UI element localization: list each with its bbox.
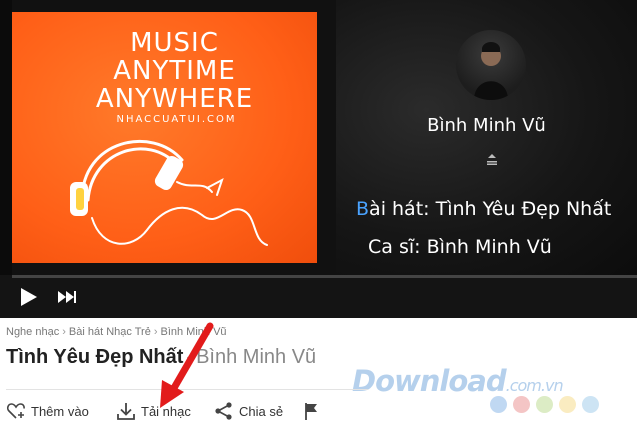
song-title: Tình Yêu Đẹp Nhất (6, 346, 184, 368)
singer-silhouette-icon (474, 42, 508, 100)
album-artwork: MUSIC ANYTIME ANYWHERE NHACCUATUI.COM (12, 12, 317, 263)
watermark-dot (490, 396, 507, 413)
add-label: Thêm vào (31, 403, 89, 419)
next-button[interactable] (56, 287, 78, 307)
watermark-name: Download (352, 364, 507, 398)
lyrics-singer-line: Ca sĩ: Bình Minh Vũ (368, 236, 552, 258)
watermark-tld: .com.vn (505, 376, 564, 395)
singer-avatar (456, 30, 526, 100)
singer-name-display: Bình Minh Vũ (427, 115, 546, 136)
download-icon (117, 403, 135, 420)
lyrics-song-text: ài hát: Tình Yêu Đẹp Nhất (369, 198, 612, 220)
watermark-dot (536, 396, 553, 413)
watermark-dot (559, 396, 576, 413)
watermark-dots (490, 396, 599, 413)
watermark-dot (582, 396, 599, 413)
breadcrumb-separator: › (62, 326, 66, 338)
headphones-illustration (70, 139, 268, 246)
breadcrumb-item-artist[interactable]: Bình Minh Vũ (161, 326, 227, 338)
watermark-dot (513, 396, 530, 413)
add-to-playlist-button[interactable]: Thêm vào (6, 400, 89, 422)
download-button[interactable]: Tải nhạc (116, 400, 191, 422)
share-icon (215, 402, 232, 420)
lyrics-highlight-char: B (356, 198, 370, 220)
heart-plus-icon (6, 403, 25, 419)
download-watermark: Download.com.vn (352, 364, 564, 398)
breadcrumb-separator: › (153, 326, 158, 338)
play-button[interactable] (18, 287, 40, 307)
artwork-text-anytime: ANYTIME (113, 56, 236, 86)
breadcrumb-item-category[interactable]: Bài hát Nhạc Trẻ (69, 326, 151, 338)
song-heading: Tình Yêu Đẹp Nhất - Bình Minh Vũ (6, 346, 316, 369)
artist-link[interactable]: Bình Minh Vũ (196, 346, 316, 368)
title-separator: - (186, 346, 194, 368)
artwork-text-music: MUSIC (130, 28, 219, 58)
lyrics-song-line: Bài hát: Tình Yêu Đẹp Nhất (356, 198, 611, 220)
music-player: MUSIC ANYTIME ANYWHERE NHACCUATUI.COM Bì… (0, 0, 637, 318)
download-label: Tải nhạc (141, 403, 191, 419)
breadcrumb: Nghe nhạc › Bài hát Nhạc Trẻ › Bình Minh Vũ (6, 326, 227, 338)
breadcrumb-item-home[interactable]: Nghe nhạc (6, 326, 59, 338)
flag-icon (305, 403, 317, 420)
play-icon (21, 288, 37, 306)
player-controls (0, 275, 637, 318)
divider (6, 389, 368, 390)
next-icon (58, 291, 76, 303)
lyrics-marker-icon (487, 154, 497, 165)
share-label: Chia sẻ (239, 403, 284, 419)
player-left-edge (0, 0, 12, 275)
share-button[interactable]: Chia sẻ (214, 400, 283, 422)
report-button[interactable] (302, 400, 322, 422)
progress-bar[interactable] (12, 275, 637, 278)
artwork-text-anywhere: ANYWHERE (95, 84, 254, 114)
